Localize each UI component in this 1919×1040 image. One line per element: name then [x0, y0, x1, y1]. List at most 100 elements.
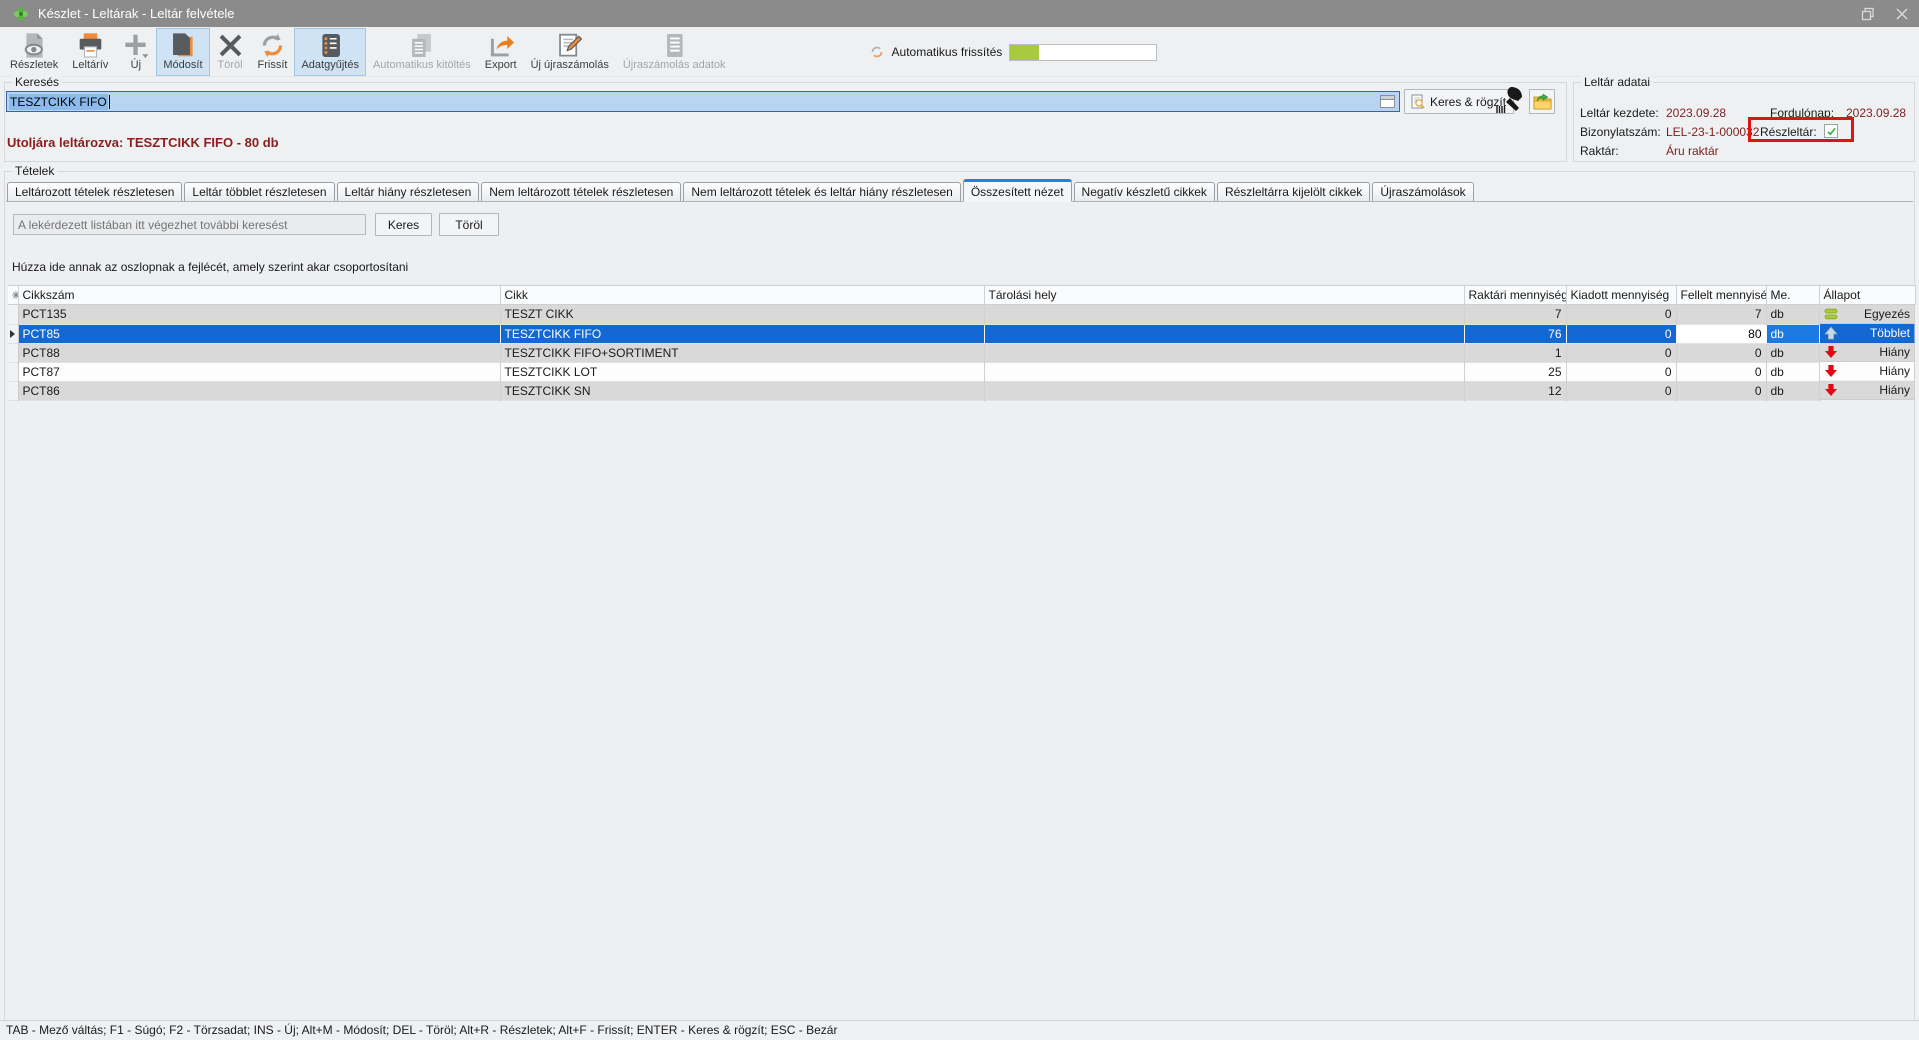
cell-kiadott: 0	[1566, 381, 1676, 400]
table-row-selected[interactable]: PCT85 TESZTCIKK FIFO 76 0 80 db Többlet	[8, 324, 1915, 343]
arrow-up-icon	[1824, 326, 1838, 340]
cell-me: db	[1766, 343, 1819, 362]
close-button[interactable]	[1885, 0, 1919, 27]
cell-kiadott: 0	[1566, 343, 1676, 362]
cell-me: db	[1766, 381, 1819, 400]
tab-nem-leltarozott-es-hiany[interactable]: Nem leltározott tételek és leltár hiány …	[683, 182, 960, 202]
search-input[interactable]: TESZTCIKK FIFO	[6, 91, 1400, 112]
cell-me: db	[1766, 305, 1819, 325]
uj-button[interactable]: Új	[115, 28, 156, 76]
table-row[interactable]: PCT87 TESZTCIKK LOT 25 0 0 db Hiány	[8, 362, 1915, 381]
cell-kiadott: 0	[1566, 324, 1676, 343]
column-header-allapot[interactable]: Állapot	[1819, 286, 1915, 305]
auto-refresh-progressbar	[1009, 44, 1157, 61]
cell-tarolasi-hely	[984, 343, 1464, 362]
cell-raktari: 25	[1464, 362, 1566, 381]
column-header-tarolasi-hely[interactable]: Tárolási hely	[984, 286, 1464, 305]
column-header-cikkszam[interactable]: Cikkszám	[18, 286, 500, 305]
dropdown-panel-icon[interactable]	[1380, 95, 1395, 108]
search-group-label: Keresés	[12, 75, 62, 89]
barcode-scanner-button[interactable]	[1494, 85, 1526, 115]
toolbar-label: Újraszámolás adatok	[623, 59, 726, 71]
filter-input[interactable]	[13, 214, 366, 235]
column-chooser-header[interactable]	[8, 286, 18, 305]
tab-reszleltarra-kijelolt[interactable]: Részleltárra kijelölt cikkek	[1217, 182, 1370, 202]
open-folder-button[interactable]	[1529, 89, 1555, 114]
search-document-icon	[1410, 94, 1426, 110]
tab-bar: Leltározott tételek részletesen Leltár t…	[7, 179, 1474, 202]
cell-raktari: 76	[1464, 324, 1566, 343]
toolbar-label: Új újraszámolás	[531, 59, 609, 71]
text-caret	[109, 95, 110, 109]
tab-leltar-tobblet[interactable]: Leltár többlet részletesen	[184, 182, 334, 202]
recalc-data-icon	[661, 32, 688, 59]
frissit-button[interactable]: Frissít	[251, 28, 295, 76]
export-button[interactable]: Export	[478, 28, 524, 76]
ujraszamolas-adatok-button: Újraszámolás adatok	[616, 28, 733, 76]
filter-torol-button[interactable]: Töröl	[439, 213, 499, 236]
column-header-kiadott-mennyiseg[interactable]: Kiadott mennyiség	[1566, 286, 1676, 305]
restore-icon	[1861, 7, 1875, 21]
inventory-info-group-label: Leltár adatai	[1581, 75, 1653, 89]
tab-leltar-hiany[interactable]: Leltár hiány részletesen	[337, 182, 480, 202]
cell-cikk: TESZTCIKK SN	[500, 381, 984, 400]
torol-button: Töröl	[210, 28, 251, 76]
cell-allapot: Hiány	[1820, 381, 1916, 400]
toolbar-label: Export	[485, 59, 517, 71]
table-row[interactable]: PCT86 TESZTCIKK SN 12 0 0 db Hiány	[8, 381, 1915, 400]
edit-document-icon	[169, 32, 196, 59]
tab-nem-leltarozott[interactable]: Nem leltározott tételek részletesen	[481, 182, 681, 202]
cell-raktari: 7	[1464, 305, 1566, 325]
arrow-down-icon	[1824, 345, 1838, 359]
tab-content: Keres Töröl Húzza ide annak az oszlopnak…	[6, 201, 1913, 1020]
table-row[interactable]: PCT88 TESZTCIKK FIFO+SORTIMENT 1 0 0 db …	[8, 343, 1915, 362]
cell-kiadott: 0	[1566, 305, 1676, 325]
leltar-kezdete-label: Leltár kezdete:	[1580, 106, 1659, 120]
status-text: Hiány	[1879, 383, 1910, 397]
status-bar-text: TAB - Mező váltás; F1 - Súgó; F2 - Törzs…	[6, 1023, 837, 1037]
cell-fellelt: 0	[1676, 362, 1766, 381]
restore-button[interactable]	[1851, 0, 1885, 27]
cell-cikk: TESZTCIKK FIFO+SORTIMENT	[500, 343, 984, 362]
cell-cikk: TESZTCIKK FIFO	[500, 324, 984, 343]
toolbar-label: Frissít	[258, 59, 288, 71]
cell-fellelt-edit[interactable]: 80	[1676, 324, 1766, 343]
leltariv-button[interactable]: Leltárív	[65, 28, 115, 76]
column-header-cikk[interactable]: Cikk	[500, 286, 984, 305]
fordulonap-value: 2023.09.28	[1846, 106, 1906, 120]
search-input-selected-text: TESZTCIKK FIFO	[9, 94, 108, 110]
last-inventoried-text: Utoljára leltározva: TESZTCIKK FIFO - 80…	[7, 135, 279, 150]
status-text: Többlet	[1870, 326, 1910, 340]
barcode-scanner-icon	[1495, 86, 1525, 114]
tab-negativ-keszletu[interactable]: Negatív készletű cikkek	[1074, 182, 1215, 202]
refresh-icon	[259, 32, 286, 59]
table-row[interactable]: PCT135 TESZT CIKK 7 0 7 db Egyezés	[8, 305, 1915, 325]
app-icon	[13, 6, 29, 22]
cell-kiadott: 0	[1566, 362, 1676, 381]
tab-osszesitett-nezet[interactable]: Összesített nézet	[963, 179, 1072, 202]
modosit-button[interactable]: Módosít	[156, 28, 209, 76]
main-toolbar: Részletek Leltárív Új Módosít Töröl	[0, 27, 1919, 77]
tab-ujraszamolasok[interactable]: Újraszámolások	[1372, 182, 1473, 202]
filter-keres-button[interactable]: Keres	[375, 213, 432, 236]
open-folder-icon	[1533, 93, 1552, 110]
arrow-down-icon	[1824, 364, 1838, 378]
toolbar-label: Módosít	[163, 59, 202, 71]
cell-fellelt: 0	[1676, 381, 1766, 400]
status-text: Egyezés	[1864, 307, 1910, 321]
column-header-fellelt-mennyiseg[interactable]: Fellelt mennyiség	[1676, 286, 1766, 305]
adatgyujtes-button[interactable]: Adatgyűjtés	[294, 28, 365, 76]
reszletek-button[interactable]: Részletek	[3, 28, 65, 76]
cell-allapot: Hiány	[1820, 343, 1916, 362]
table-header-row: Cikkszám Cikk Tárolási hely Raktári menn…	[8, 286, 1915, 305]
uj-ujraszamolas-button[interactable]: Új újraszámolás	[524, 28, 616, 76]
column-header-me[interactable]: Me.	[1766, 286, 1819, 305]
cell-cikkszam: PCT88	[18, 343, 500, 362]
cell-raktari: 12	[1464, 381, 1566, 400]
cell-allapot: Egyezés	[1820, 305, 1916, 324]
status-text: Hiány	[1879, 345, 1910, 359]
cell-cikk: TESZTCIKK LOT	[500, 362, 984, 381]
tab-leltarozott-tetelek[interactable]: Leltározott tételek részletesen	[7, 182, 182, 202]
column-header-raktari-mennyiseg[interactable]: Raktári mennyiség	[1464, 286, 1566, 305]
groupby-hint-text: Húzza ide annak az oszlopnak a fejlécét,…	[12, 260, 408, 274]
